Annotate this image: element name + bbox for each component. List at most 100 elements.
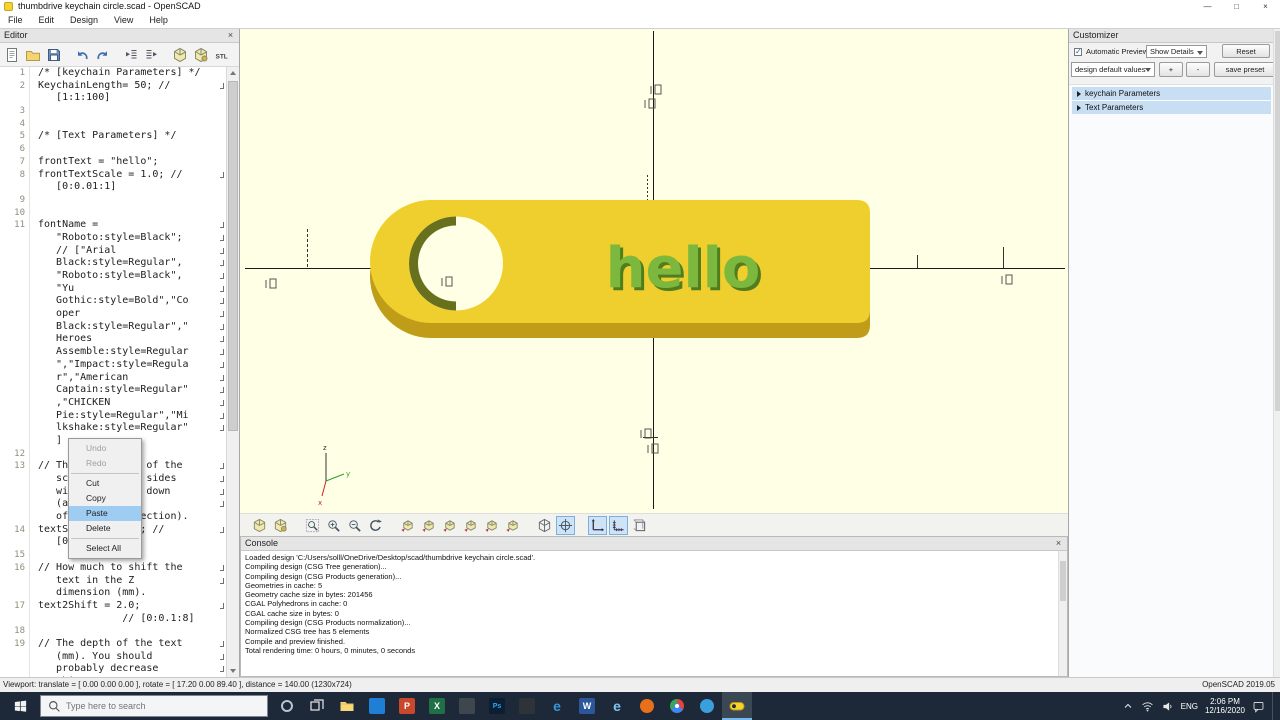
taskbar-openscad[interactable] bbox=[722, 692, 752, 720]
undo-icon bbox=[74, 47, 90, 63]
open-file-button[interactable] bbox=[23, 45, 43, 65]
taskbar-cortana[interactable] bbox=[272, 692, 302, 720]
context-redo[interactable]: Redo bbox=[69, 456, 141, 471]
zoomout-icon bbox=[347, 518, 362, 533]
reset-view-button[interactable] bbox=[366, 516, 385, 535]
taskbar-search[interactable] bbox=[40, 695, 268, 717]
console-line: Loaded design 'C:/Users/solll/OneDrive/D… bbox=[245, 553, 1054, 562]
export-stl-button[interactable]: STL bbox=[212, 45, 232, 65]
editor-scrollbar-thumb[interactable] bbox=[228, 81, 238, 431]
taskbar-word[interactable]: W bbox=[572, 692, 602, 720]
taskbar-microsoft-store[interactable] bbox=[362, 692, 392, 720]
hidden-icons-chevron[interactable] bbox=[1122, 700, 1134, 712]
viewport-3d[interactable]: hello hello z y x bbox=[240, 29, 1068, 513]
taskbar-chrome[interactable] bbox=[662, 692, 692, 720]
scroll-down-icon[interactable] bbox=[227, 665, 239, 677]
editor-close-button[interactable]: × bbox=[224, 29, 237, 42]
context-undo[interactable]: Undo bbox=[69, 441, 141, 456]
remove-preset-button[interactable]: - bbox=[1186, 62, 1210, 77]
taskbar-app-dark[interactable] bbox=[452, 692, 482, 720]
view-diagonal-button[interactable] bbox=[535, 516, 554, 535]
expand-arrow-icon[interactable] bbox=[1077, 105, 1081, 111]
new-file-button[interactable] bbox=[2, 45, 22, 65]
save-preset-button[interactable]: save preset bbox=[1214, 62, 1276, 77]
unindent-button[interactable] bbox=[121, 45, 141, 65]
show-details-dropdown[interactable]: Show Details bbox=[1146, 45, 1207, 58]
taskbar-powerpoint[interactable]: P bbox=[392, 692, 422, 720]
taskbar-firefox[interactable] bbox=[632, 692, 662, 720]
view-front-button[interactable] bbox=[482, 516, 501, 535]
menu-edit[interactable]: Edit bbox=[31, 13, 63, 28]
view-bottom-button[interactable] bbox=[440, 516, 459, 535]
automatic-preview-checkbox[interactable] bbox=[1074, 48, 1082, 56]
view-back-button[interactable] bbox=[503, 516, 522, 535]
network-icon[interactable] bbox=[1141, 700, 1154, 713]
view-render-button[interactable] bbox=[271, 516, 290, 535]
zoom-out-button[interactable] bbox=[345, 516, 364, 535]
view-right-button[interactable] bbox=[398, 516, 417, 535]
close-button[interactable]: × bbox=[1251, 0, 1280, 13]
preset-dropdown[interactable]: design default values bbox=[1071, 62, 1155, 77]
indent-button[interactable] bbox=[142, 45, 162, 65]
menu-file[interactable]: File bbox=[0, 13, 31, 28]
render-button[interactable] bbox=[191, 45, 211, 65]
action-center-icon[interactable] bbox=[1252, 700, 1265, 713]
scroll-up-icon[interactable] bbox=[227, 67, 239, 79]
taskbar-file-explorer[interactable] bbox=[332, 692, 362, 720]
zoom-all-button[interactable] bbox=[303, 516, 322, 535]
tree-group-text-parameters[interactable]: Text Parameters bbox=[1072, 101, 1271, 114]
view-center-button[interactable] bbox=[556, 516, 575, 535]
reset-button[interactable]: Reset bbox=[1222, 44, 1270, 58]
context-select-all[interactable]: Select All bbox=[69, 541, 141, 556]
taskbar-edge-beta[interactable] bbox=[692, 692, 722, 720]
console-scrollbar[interactable] bbox=[1058, 551, 1067, 676]
console-close-button[interactable]: × bbox=[1052, 537, 1065, 550]
expand-arrow-icon[interactable] bbox=[1077, 91, 1081, 97]
context-copy[interactable]: Copy bbox=[69, 491, 141, 506]
language-indicator[interactable]: ENG bbox=[1181, 702, 1198, 711]
view-top-button[interactable] bbox=[419, 516, 438, 535]
taskbar-task-view[interactable] bbox=[302, 692, 332, 720]
save-file-button[interactable] bbox=[44, 45, 64, 65]
context-cut[interactable]: Cut bbox=[69, 476, 141, 491]
undo-button[interactable] bbox=[72, 45, 92, 65]
code-editor[interactable]: 1/* [keychain Parameters] */2KeychainLen… bbox=[0, 67, 227, 677]
show-scale-markers-button[interactable] bbox=[609, 516, 628, 535]
code-text: ] bbox=[30, 435, 62, 448]
preview-button[interactable] bbox=[170, 45, 190, 65]
customizer-scrollbar[interactable] bbox=[1273, 29, 1280, 677]
volume-icon[interactable] bbox=[1161, 700, 1174, 713]
menu-help[interactable]: Help bbox=[141, 13, 176, 28]
context-delete[interactable]: Delete bbox=[69, 521, 141, 536]
maximize-button[interactable]: □ bbox=[1222, 0, 1251, 13]
view-preview-button[interactable] bbox=[250, 516, 269, 535]
orthogonal-view-button[interactable] bbox=[630, 516, 649, 535]
line-number bbox=[0, 359, 30, 372]
code-text: "Roboto:style=Black"; bbox=[30, 232, 183, 245]
show-axes-button[interactable] bbox=[588, 516, 607, 535]
console-scrollbar-thumb[interactable] bbox=[1060, 561, 1066, 601]
menu-design[interactable]: Design bbox=[62, 13, 106, 28]
console-panel-title: Console × bbox=[241, 537, 1067, 551]
taskbar-edge[interactable]: e bbox=[542, 692, 572, 720]
minimize-button[interactable]: — bbox=[1193, 0, 1222, 13]
taskbar-internet-explorer[interactable]: e bbox=[602, 692, 632, 720]
add-preset-button[interactable]: + bbox=[1159, 62, 1183, 77]
chevron-down-icon bbox=[1197, 51, 1203, 55]
taskbar-excel[interactable]: X bbox=[422, 692, 452, 720]
start-button[interactable] bbox=[0, 692, 40, 720]
editor-scrollbar[interactable] bbox=[226, 67, 239, 677]
taskbar-photoshop[interactable]: Ps bbox=[482, 692, 512, 720]
show-desktop-button[interactable] bbox=[1272, 692, 1275, 720]
console-log[interactable]: Loaded design 'C:/Users/solll/OneDrive/D… bbox=[241, 551, 1058, 676]
clock[interactable]: 2:06 PM 12/16/2020 bbox=[1205, 697, 1245, 715]
tree-group-keychain-parameters[interactable]: keychain Parameters bbox=[1072, 87, 1271, 100]
taskbar-app-dark-2[interactable] bbox=[512, 692, 542, 720]
search-input[interactable] bbox=[66, 701, 246, 711]
view-left-button[interactable] bbox=[461, 516, 480, 535]
context-paste[interactable]: Paste bbox=[69, 506, 141, 521]
customizer-scrollbar-thumb[interactable] bbox=[1275, 31, 1280, 411]
redo-button[interactable] bbox=[93, 45, 113, 65]
zoom-in-button[interactable] bbox=[324, 516, 343, 535]
menu-view[interactable]: View bbox=[106, 13, 141, 28]
